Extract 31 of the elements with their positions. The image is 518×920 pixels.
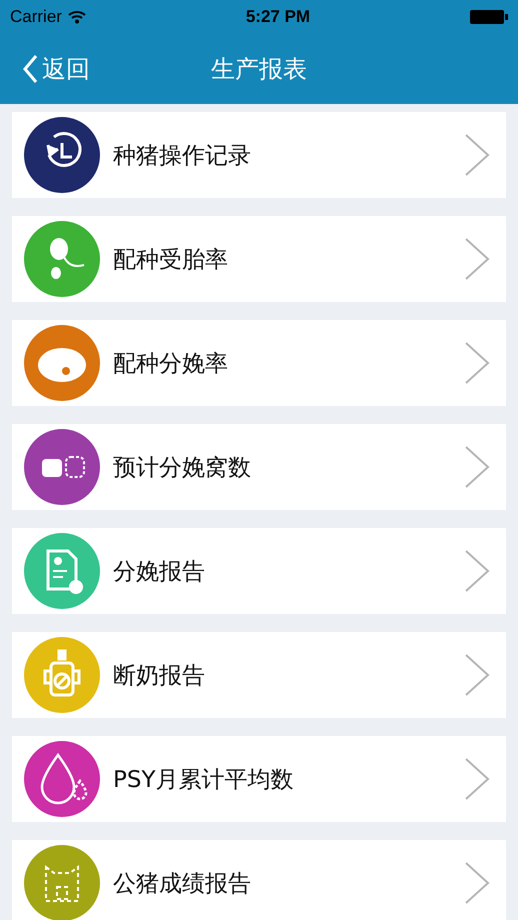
chevron-right-icon (464, 757, 490, 801)
report-label: 公猪成绩报告 (113, 870, 252, 898)
back-button[interactable]: 返回 (22, 52, 90, 84)
report-label: 分娩报告 (113, 558, 206, 586)
chevron-right-icon (464, 549, 490, 593)
chevron-right-icon (464, 237, 490, 281)
report-label: 配种分娩率 (113, 350, 229, 378)
chevron-right-icon (464, 861, 490, 905)
status-time: 5:27 PM (246, 6, 310, 26)
report-list-item[interactable]: 分娩报告 (12, 528, 506, 614)
report-label: 配种受胎率 (113, 246, 229, 274)
report-label: 种猪操作记录 (113, 142, 252, 170)
report-label: 预计分娩窝数 (113, 454, 252, 482)
chevron-right-icon (464, 445, 490, 489)
report-list-item[interactable]: 公猪成绩报告 (12, 840, 506, 920)
report-list-item[interactable]: 断奶报告 (12, 632, 506, 718)
chevron-right-icon (464, 653, 490, 697)
chevron-right-icon (464, 133, 490, 177)
report-label: 断奶报告 (113, 662, 206, 690)
report-list-item[interactable]: 配种分娩率 (12, 320, 506, 406)
report-label: PSY月累计平均数 (113, 766, 295, 794)
chevron-right-icon (464, 341, 490, 385)
report-list-item[interactable]: 预计分娩窝数 (12, 424, 506, 510)
battery-icon (470, 10, 508, 24)
page-title: 生产报表 (211, 54, 307, 84)
report-list-item[interactable]: PSY月累计平均数 (12, 736, 506, 822)
carrier-label: Carrier (10, 6, 62, 26)
back-chevron-icon (22, 54, 38, 84)
wifi-icon (68, 10, 86, 24)
report-list-item[interactable]: 种猪操作记录 (12, 112, 506, 198)
report-list-item[interactable]: 配种受胎率 (12, 216, 506, 302)
